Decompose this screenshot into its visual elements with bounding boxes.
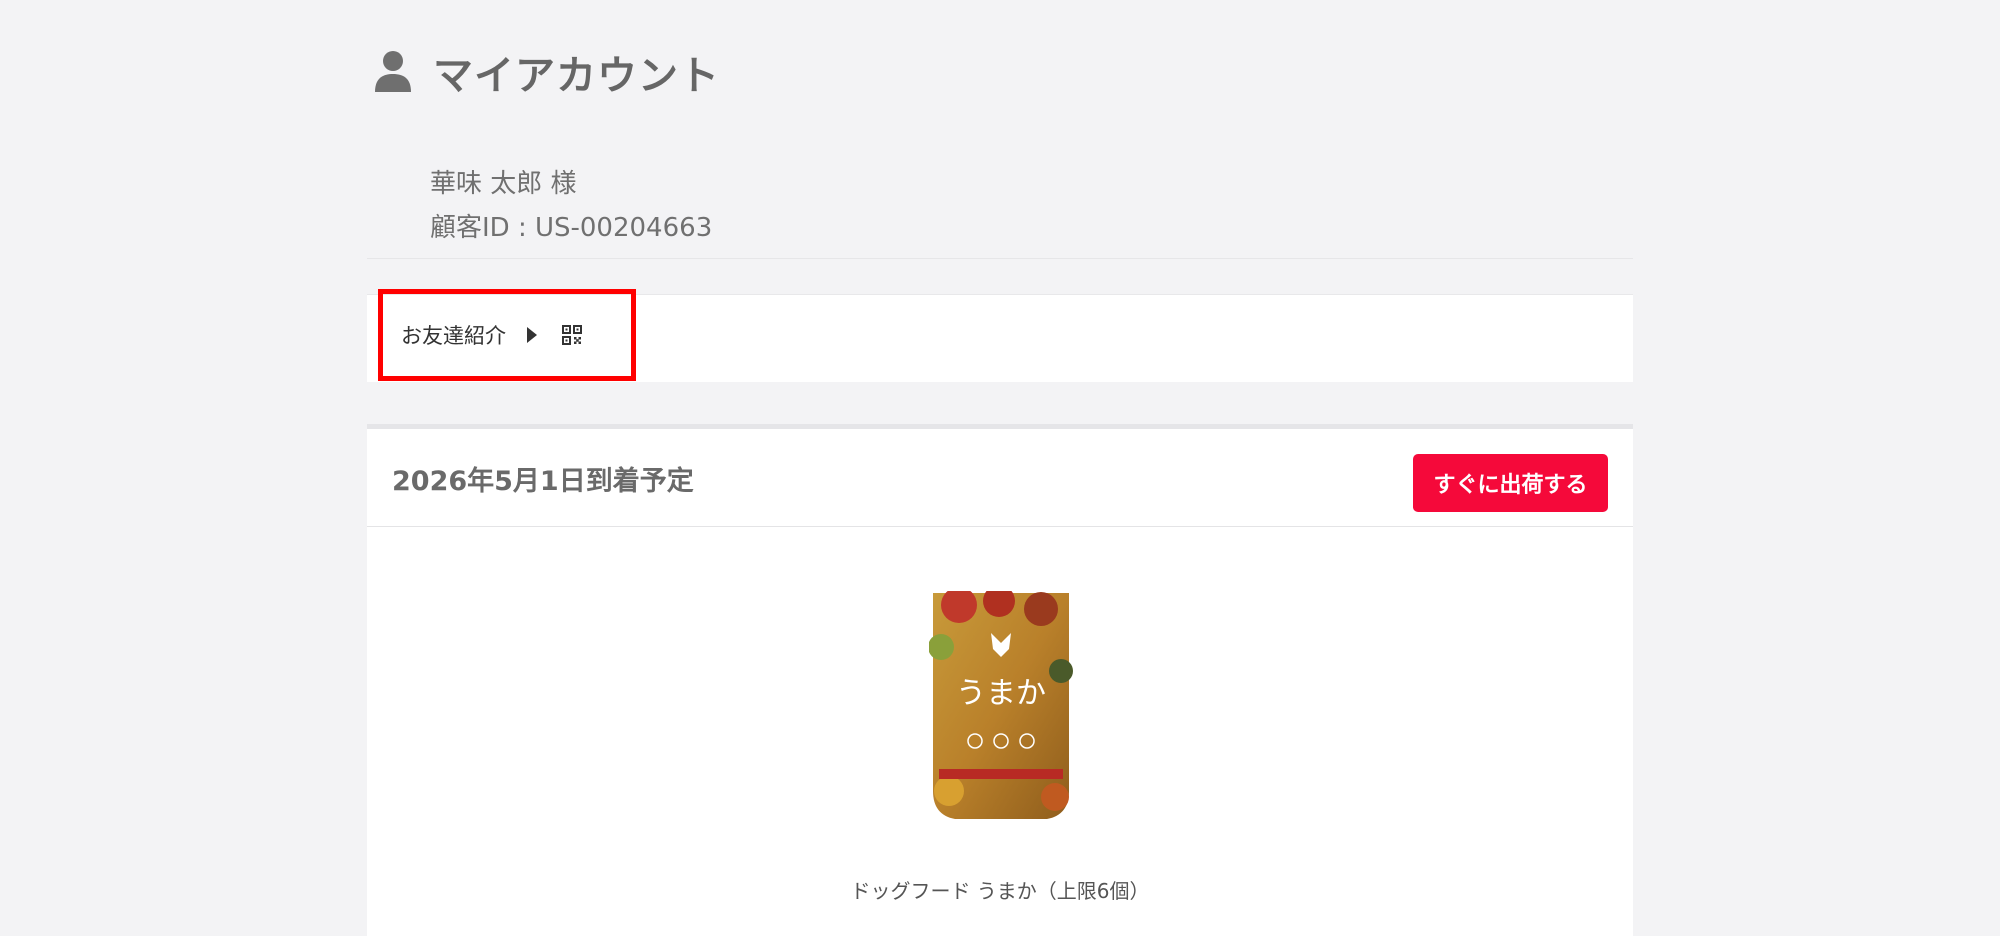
package-label: うまか: [956, 676, 1046, 711]
product-name: ドッグフード うまか（上限6個）: [850, 879, 1150, 903]
referral-bar: お友達紹介: [367, 289, 1633, 382]
product-image[interactable]: うまか: [929, 591, 1073, 823]
referral-label: お友達紹介: [401, 324, 506, 348]
delivery-card: 2026年5月1日到着予定 すぐに出荷する うまか ドッグフード うまか（上限6…: [367, 424, 1633, 936]
divider: [367, 258, 1633, 259]
my-account-page: マイアカウント 華味 太郎 様 顧客ID : US-00204663 お友達紹介: [367, 0, 1633, 936]
page-title: マイアカウント: [433, 53, 720, 99]
page-header: マイアカウント: [375, 42, 720, 102]
customer-id: 顧客ID : US-00204663: [430, 213, 713, 243]
ship-now-button[interactable]: すぐに出荷する: [1413, 454, 1608, 512]
qr-code-icon: [562, 325, 582, 345]
delivery-date: 2026年5月1日到着予定: [392, 466, 694, 497]
delivery-card-header: 2026年5月1日到着予定 すぐに出荷する: [367, 429, 1633, 527]
account-info: 華味 太郎 様 顧客ID : US-00204663: [430, 162, 712, 250]
referral-link[interactable]: お友達紹介: [378, 289, 636, 381]
user-icon: [375, 51, 411, 92]
customer-name: 華味 太郎 様: [430, 169, 577, 199]
caret-right-icon: [527, 327, 537, 343]
